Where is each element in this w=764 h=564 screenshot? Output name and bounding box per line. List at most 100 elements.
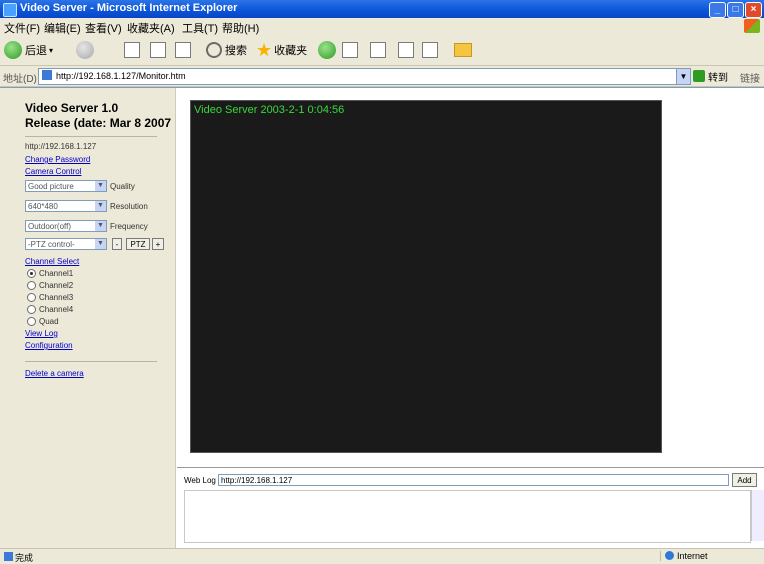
add-button[interactable]: Add (732, 473, 757, 487)
ptz-value: -PTZ control- (28, 240, 75, 249)
chevron-down-icon: ▼ (95, 221, 106, 231)
forward-arrow-icon (76, 41, 94, 59)
links-label[interactable]: 链接 (740, 70, 760, 85)
print-icon (398, 42, 414, 58)
ptz-minus-button[interactable]: - (112, 238, 122, 250)
ptz-plus-button[interactable]: + (152, 238, 164, 250)
server-release: Release (date: Mar 8 2007 (25, 116, 172, 130)
log-textarea[interactable] (184, 490, 751, 543)
divider (25, 361, 157, 362)
menu-favorites[interactable]: 收藏夹(A) (127, 20, 175, 36)
media-button[interactable] (318, 40, 339, 60)
quality-value: Good picture (28, 182, 74, 191)
chevron-down-icon: ▼ (95, 201, 106, 211)
address-bar: 地址(D) http://192.168.1.127/Monitor.htm ▼… (0, 66, 764, 87)
channel1-radio[interactable]: Channel1 (27, 269, 73, 278)
server-ip: http://192.168.1.127 (25, 142, 97, 151)
view-log-link[interactable]: View Log (25, 329, 58, 338)
back-button[interactable]: 后退 ▾ (4, 40, 53, 60)
print-button[interactable] (398, 40, 414, 60)
mail-icon (370, 42, 386, 58)
security-zone: Internet (660, 551, 708, 561)
address-dropdown-button[interactable]: ▼ (676, 68, 691, 85)
history-icon (342, 42, 358, 58)
close-button[interactable]: × (745, 2, 762, 18)
configuration-link[interactable]: Configuration (25, 341, 73, 350)
back-label: 后退 (25, 45, 47, 57)
favorites-button[interactable]: ★ 收藏夹 (256, 40, 307, 60)
quad-radio[interactable]: Quad (27, 317, 59, 326)
frequency-value: Outdoor(off) (28, 222, 71, 231)
home-button[interactable] (175, 40, 191, 60)
edit-button[interactable] (422, 40, 438, 60)
channel3-radio[interactable]: Channel3 (27, 293, 73, 302)
divider (25, 136, 157, 137)
video-osd-text: Video Server 2003-2-1 0:04:56 (194, 104, 345, 116)
forward-button[interactable] (76, 40, 97, 60)
ptz-button[interactable]: PTZ (126, 238, 150, 250)
search-label: 搜索 (225, 45, 247, 57)
toolbar: 后退 ▾ 搜索 ★ 收藏夹 (0, 35, 764, 66)
menu-help[interactable]: 帮助(H) (222, 20, 259, 36)
channel2-radio[interactable]: Channel2 (27, 281, 73, 290)
search-button[interactable]: 搜索 (206, 40, 247, 60)
address-label: 地址(D) (3, 74, 37, 85)
go-button[interactable]: 转到 (693, 69, 728, 84)
menu-edit[interactable]: 编辑(E) (44, 20, 81, 36)
log-scrollbar[interactable] (751, 490, 764, 541)
status-text: 完成 (15, 553, 34, 563)
menu-tools[interactable]: 工具(T) (182, 20, 218, 36)
video-viewport[interactable]: Video Server 2003-2-1 0:04:56 (190, 100, 662, 453)
title-bar: Video Server - Microsoft Internet Explor… (0, 0, 764, 18)
channel4-label: Channel4 (39, 305, 74, 314)
server-name: Video Server 1.0 (25, 101, 119, 115)
zone-label: Internet (677, 551, 708, 561)
refresh-icon (150, 42, 166, 58)
back-arrow-icon (4, 41, 22, 59)
frequency-label: Frequency (110, 222, 148, 231)
resolution-select[interactable]: 640*480 ▼ (25, 200, 107, 212)
favorites-label: 收藏夹 (274, 45, 308, 57)
delete-camera-link[interactable]: Delete a camera (25, 369, 84, 378)
home-icon (175, 42, 191, 58)
channel-select-link[interactable]: Channel Select (25, 257, 79, 266)
refresh-button[interactable] (150, 40, 166, 60)
ie-icon (3, 3, 17, 17)
menu-bar: 文件(F) 编辑(E) 查看(V) 收藏夹(A) 工具(T) 帮助(H) (0, 18, 764, 36)
ptz-select[interactable]: -PTZ control- ▼ (25, 238, 107, 250)
media-icon (318, 41, 336, 59)
address-input[interactable]: http://192.168.1.127/Monitor.htm (38, 68, 678, 85)
web-log-input[interactable]: http://192.168.1.127 (218, 474, 729, 486)
messenger-button[interactable] (454, 40, 472, 60)
maximize-button[interactable]: □ (727, 2, 744, 18)
channel4-radio[interactable]: Channel4 (27, 305, 73, 314)
stop-button[interactable] (124, 40, 140, 60)
globe-icon (665, 551, 674, 560)
channel3-label: Channel3 (39, 293, 74, 302)
minimize-button[interactable]: _ (709, 2, 726, 18)
history-button[interactable] (342, 40, 358, 60)
go-arrow-icon (693, 70, 705, 82)
bottom-frame: Web Log http://192.168.1.127 Add (177, 467, 764, 550)
search-icon (206, 42, 222, 58)
go-label: 转到 (708, 72, 728, 84)
change-password-link[interactable]: Change Password (25, 155, 90, 164)
frequency-select[interactable]: Outdoor(off) ▼ (25, 220, 107, 232)
resolution-value: 640*480 (28, 202, 58, 211)
menu-file[interactable]: 文件(F) (4, 20, 40, 36)
chevron-down-icon: ▼ (95, 181, 106, 191)
radio-dot (27, 281, 36, 290)
radio-dot (27, 293, 36, 302)
web-log-label: Web Log (184, 476, 216, 485)
stop-icon (124, 42, 140, 58)
quality-select[interactable]: Good picture ▼ (25, 180, 107, 192)
page-done-icon (4, 552, 13, 561)
mail-button[interactable] (370, 40, 386, 60)
chevron-down-icon: ▼ (95, 239, 106, 249)
menu-view[interactable]: 查看(V) (85, 20, 122, 36)
left-control-panel: Video Server 1.0 Release (date: Mar 8 20… (0, 88, 176, 549)
windows-logo-icon (744, 19, 760, 33)
radio-dot (27, 269, 36, 278)
camera-control-link[interactable]: Camera Control (25, 167, 81, 176)
window-title: Video Server - Microsoft Internet Explor… (20, 2, 238, 14)
